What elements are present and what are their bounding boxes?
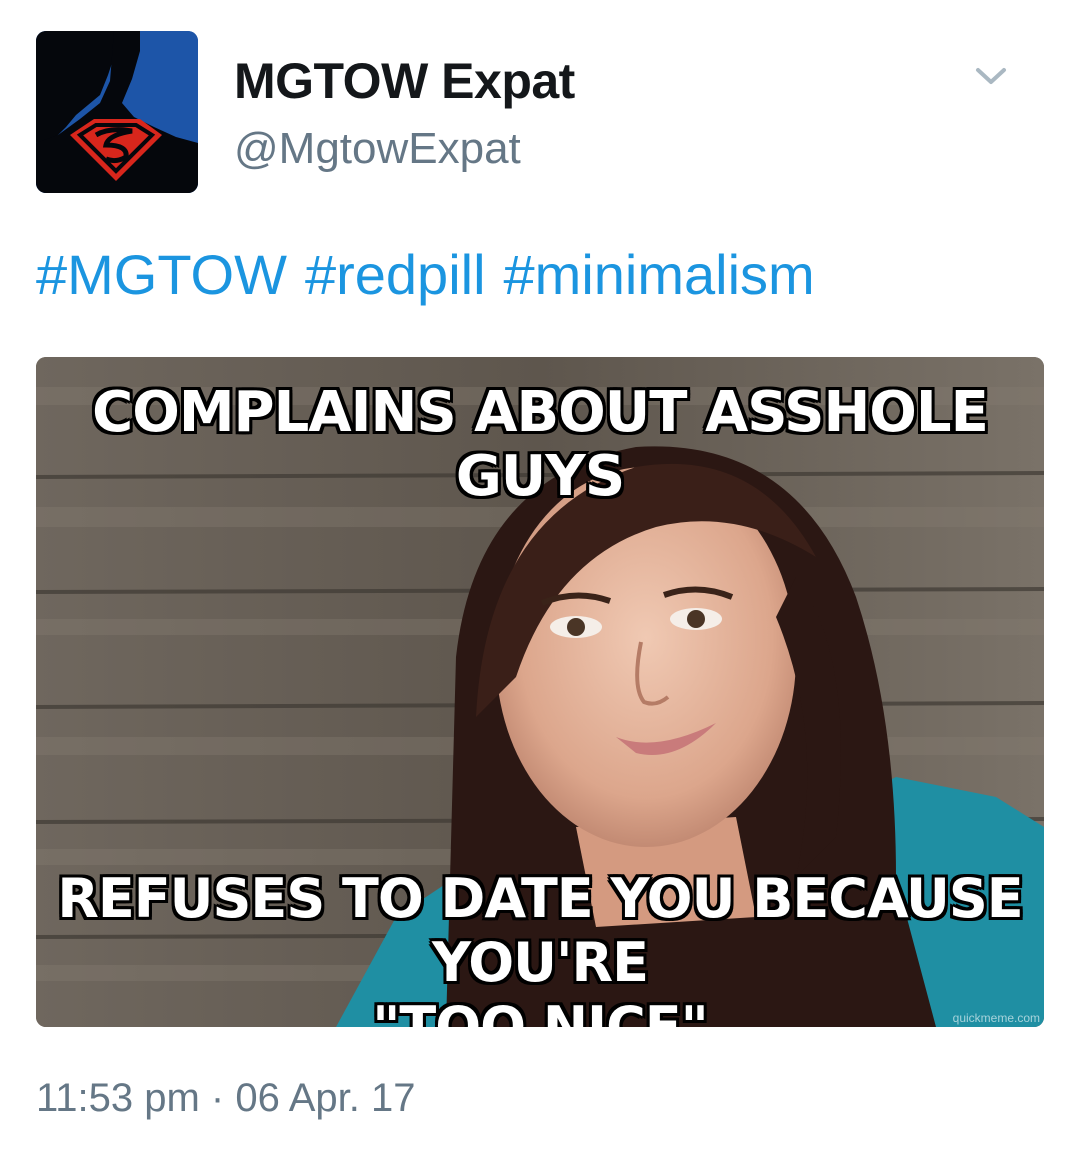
hashtag-link[interactable]: #minimalism xyxy=(504,243,815,306)
avatar[interactable] xyxy=(36,31,198,193)
hashtag-link[interactable]: #MGTOW xyxy=(36,243,287,306)
user-handle[interactable]: @MgtowExpat xyxy=(234,124,521,174)
media-watermark: quickmeme.com xyxy=(952,1011,1040,1025)
meme-bottom-caption-line: "TOO NICE" xyxy=(372,995,709,1027)
meme-bottom-caption: REFUSES TO DATE YOU BECAUSE YOU'RE "TOO … xyxy=(36,867,1044,1027)
display-name[interactable]: MGTOW Expat xyxy=(234,52,575,110)
hashtag-link[interactable]: #redpill xyxy=(305,243,486,306)
tweet-timestamp[interactable]: 11:53 pm · 06 Apr. 17 xyxy=(36,1076,416,1121)
meme-top-caption: COMPLAINS ABOUT ASSHOLE GUYS xyxy=(92,380,989,509)
superman-shield-icon xyxy=(36,31,198,193)
tweet-hashtags: #MGTOW #redpill #minimalism xyxy=(36,242,833,307)
tweet-media-image[interactable]: COMPLAINS ABOUT ASSHOLE GUYS REFUSES TO … xyxy=(36,357,1044,1027)
tweet-card: MGTOW Expat @MgtowExpat #MGTOW #redpill #m… xyxy=(0,0,1080,1159)
meme-bottom-caption-line: REFUSES TO DATE YOU BECAUSE YOU'RE xyxy=(57,867,1023,994)
chevron-down-icon[interactable] xyxy=(968,56,1014,96)
